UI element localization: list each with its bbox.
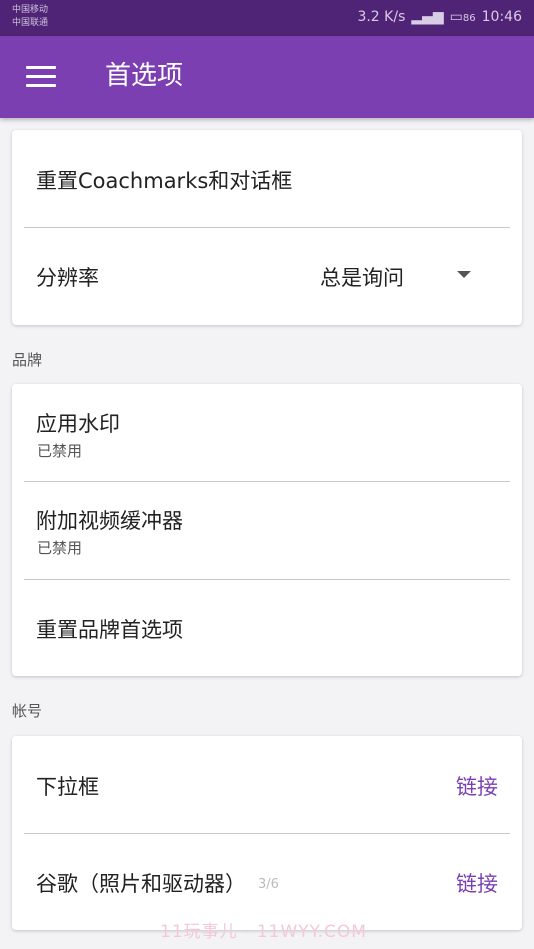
resolution-value: 总是询问 (320, 266, 404, 290)
dropbox-label: 下拉框 (36, 775, 99, 799)
page-indicator: 3/6 (258, 877, 279, 892)
reset-coachmarks-row[interactable]: 重置Coachmarks和对话框 (12, 130, 522, 227)
site-watermark: 11玩事儿 · 11WYY.COM (160, 922, 367, 942)
network-speed: 3.2 K/s (357, 9, 406, 25)
video-bumper-row[interactable]: 附加视频缓冲器 已禁用 (12, 481, 522, 579)
status-icons: 3.2 K/s ▂▄▆ ▭86 10:46 (357, 9, 522, 25)
status-bar: 中国移动 中国联通 3.2 K/s ▂▄▆ ▭86 10:46 (0, 0, 534, 36)
carrier-1: 中国移动 (12, 5, 49, 15)
account-card: 下拉框 链接 谷歌（照片和驱动器） 链接 (12, 736, 522, 930)
watermark-row[interactable]: 应用水印 已禁用 (12, 384, 522, 481)
battery-level: 86 (462, 13, 476, 24)
dropbox-row: 下拉框 链接 (12, 736, 522, 833)
page-title: 首选项 (105, 61, 184, 91)
video-bumper-status: 已禁用 (37, 539, 83, 557)
dropdown-arrow-icon (457, 271, 471, 278)
carrier-2: 中国联通 (12, 18, 49, 28)
branding-section-header: 品牌 (12, 351, 43, 369)
reset-branding-row[interactable]: 重置品牌首选项 (12, 579, 522, 676)
watermark-label: 应用水印 (36, 412, 120, 436)
resolution-row: 分辨率 总是询问 (12, 227, 522, 325)
dropbox-link-button[interactable]: 链接 (456, 771, 498, 801)
google-label: 谷歌（照片和驱动器） (36, 872, 246, 896)
resolution-label: 分辨率 (36, 266, 99, 290)
account-section-header: 帐号 (12, 702, 43, 720)
video-bumper-label: 附加视频缓冲器 (36, 509, 183, 533)
app-bar: 首选项 (0, 36, 534, 118)
signal-icon: ▂▄▆ (411, 9, 444, 25)
reset-branding-label: 重置品牌首选项 (36, 618, 183, 642)
google-link-button[interactable]: 链接 (456, 868, 498, 898)
watermark-status: 已禁用 (37, 442, 83, 460)
reset-coachmarks-label: 重置Coachmarks和对话框 (36, 169, 293, 193)
general-settings-card: 重置Coachmarks和对话框 分辨率 总是询问 (12, 130, 522, 325)
hamburger-menu-icon[interactable] (26, 66, 56, 88)
battery-icon: ▭86 (449, 9, 476, 25)
branding-card: 应用水印 已禁用 附加视频缓冲器 已禁用 重置品牌首选项 (12, 384, 522, 676)
clock: 10:46 (481, 9, 522, 25)
resolution-dropdown[interactable]: 总是询问 (320, 262, 490, 292)
carrier-info: 中国移动 中国联通 (12, 4, 48, 30)
